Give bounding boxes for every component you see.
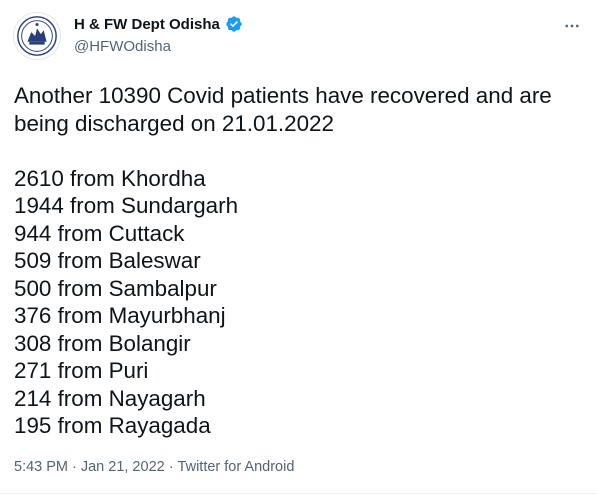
- avatar[interactable]: [13, 12, 61, 60]
- district-line: 376 from Mayurbhanj: [14, 303, 226, 328]
- author-handle[interactable]: @HFWOdisha: [74, 38, 171, 55]
- more-options-icon: [565, 24, 579, 28]
- tweet-intro-line: being discharged on 21.01.2022: [14, 110, 334, 136]
- meta-separator: ·: [72, 459, 77, 475]
- author-name-row: H & FW Dept Odisha: [74, 15, 243, 33]
- paragraph-break: [14, 137, 577, 165]
- district-line: 500 from Sambalpur: [14, 275, 217, 301]
- tweet-date[interactable]: Jan 21, 2022: [81, 459, 165, 475]
- author-display-name[interactable]: H & FW Dept Odisha: [74, 16, 220, 33]
- district-line: 1944 from Sundargarh: [14, 193, 239, 218]
- more-options-button[interactable]: [561, 16, 583, 36]
- divider: [0, 493, 597, 494]
- tweet-text: Another 10390 Covid patients have recove…: [14, 82, 577, 440]
- verified-badge-icon: [225, 15, 243, 33]
- district-line: 271 from Puri: [14, 358, 149, 383]
- district-line: 195 from Rayagada: [14, 413, 211, 438]
- tweet-source[interactable]: Twitter for Android: [178, 459, 295, 475]
- tweet-metadata: 5:43 PM · Jan 21, 2022 · Twitter for And…: [14, 459, 294, 475]
- district-line: 944 from Cuttack: [14, 220, 185, 246]
- district-line: 509 from Baleswar: [14, 248, 201, 273]
- meta-separator: ·: [168, 459, 174, 475]
- odisha-emblem-icon: [17, 16, 57, 56]
- tweet-card: H & FW Dept Odisha @HFWOdisha Another 10…: [0, 0, 597, 500]
- district-line: 308 from Bolangir: [14, 330, 191, 356]
- tweet-time[interactable]: 5:43 PM: [14, 459, 68, 475]
- district-line: 2610 from Khordha: [14, 165, 206, 191]
- district-line: 214 from Nayagarh: [14, 385, 206, 411]
- tweet-intro-line: Another 10390 Covid patients have recove…: [14, 83, 552, 108]
